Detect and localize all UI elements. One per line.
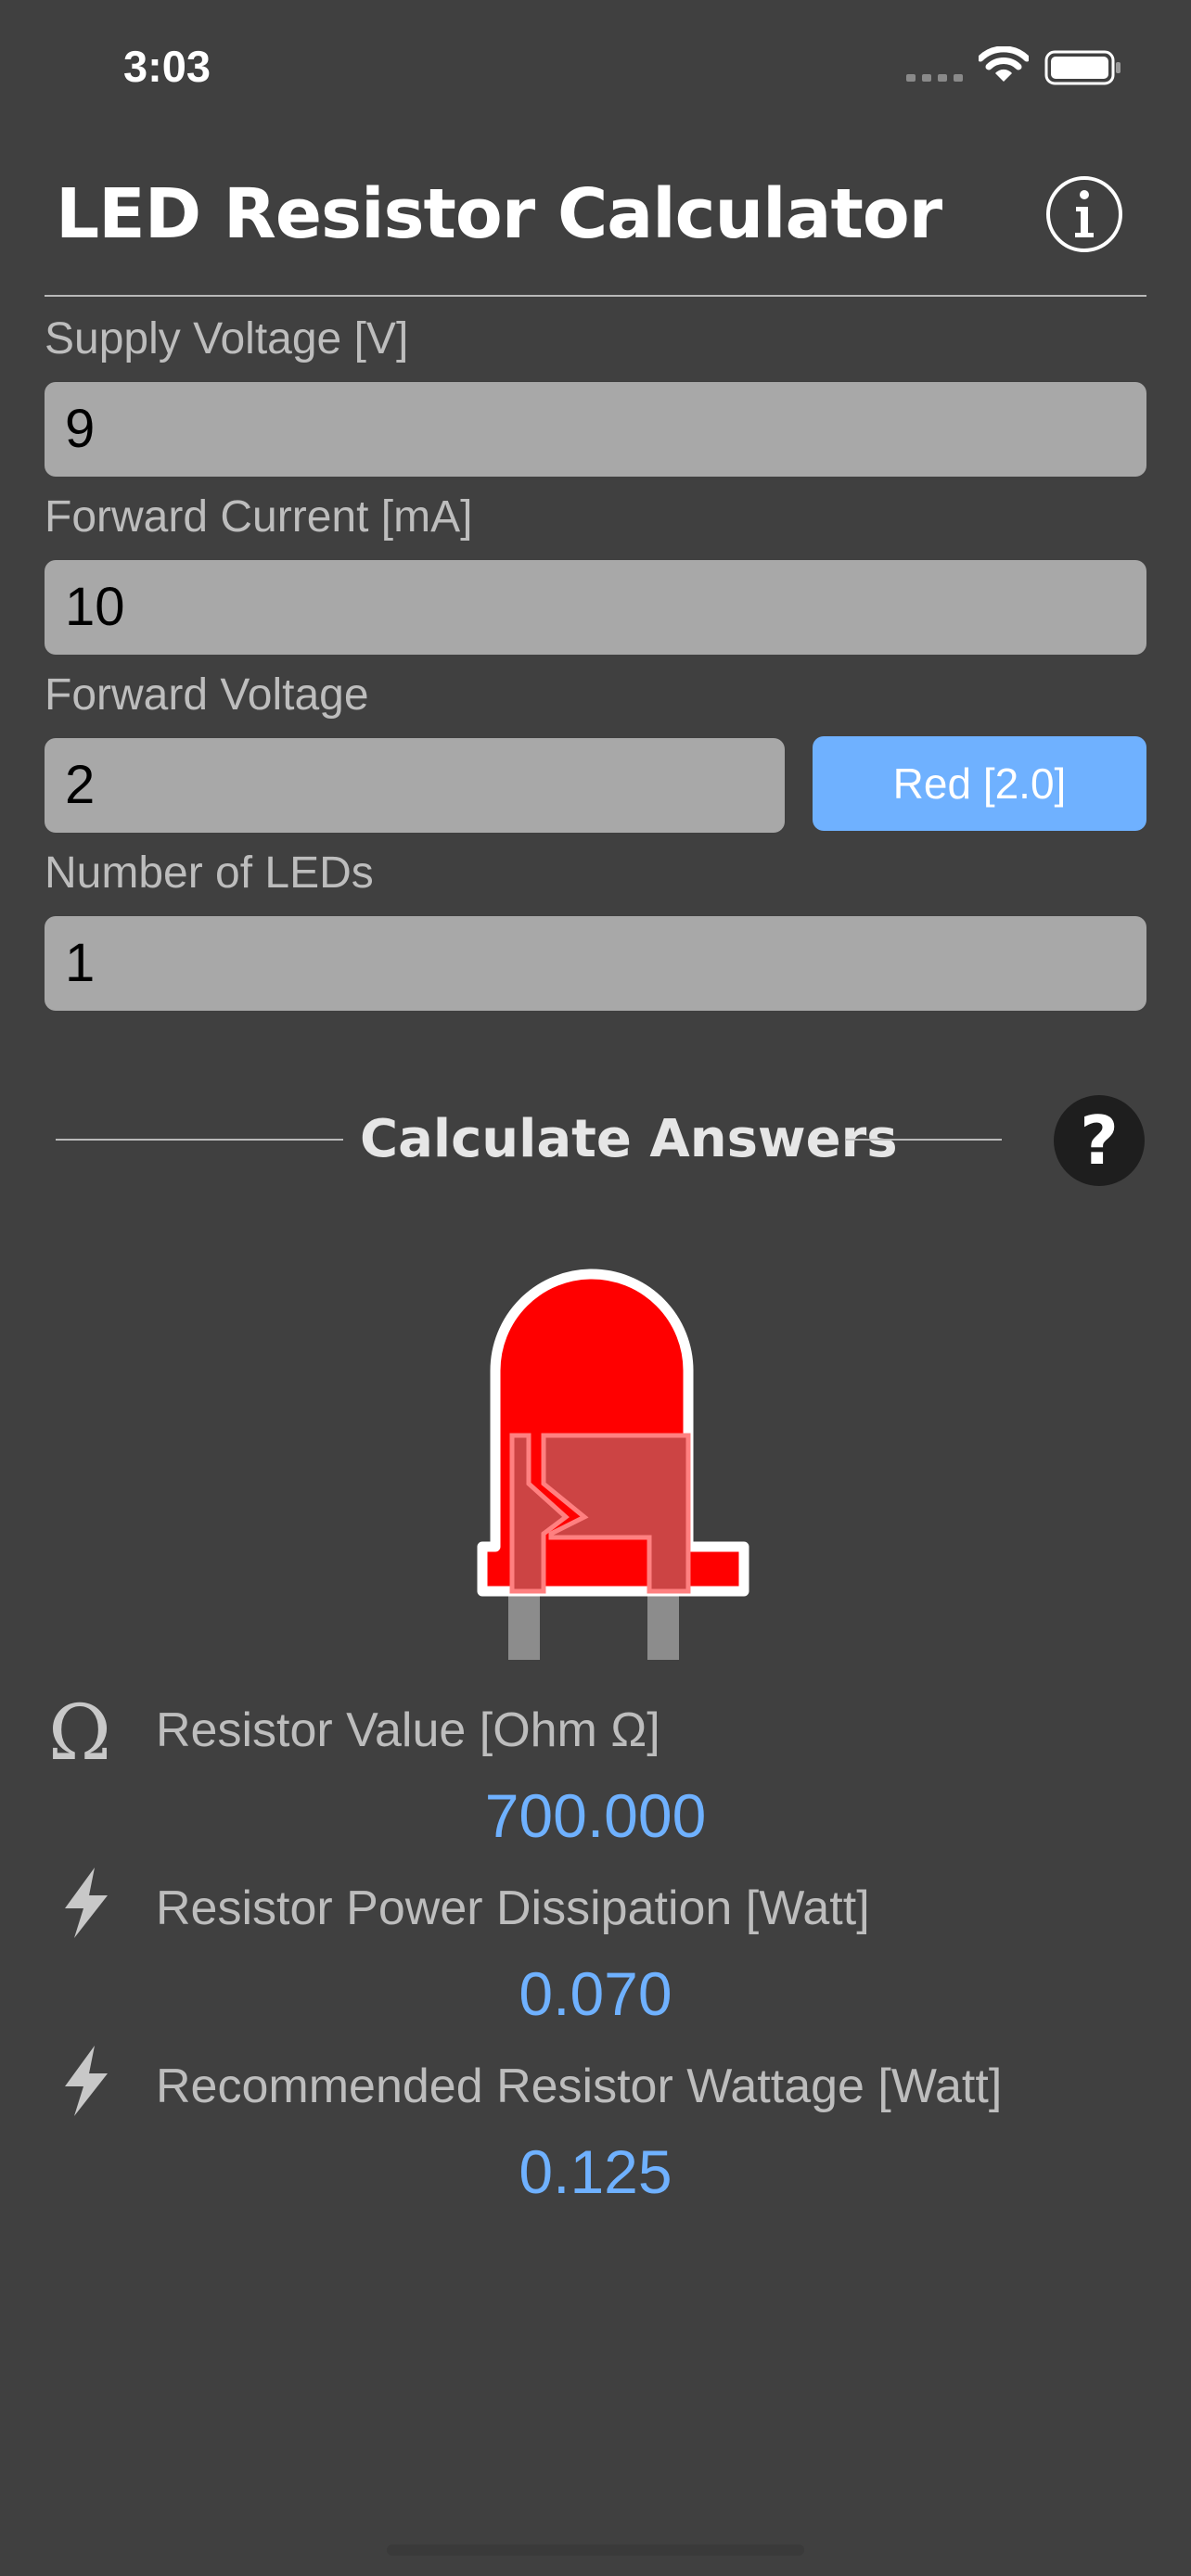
lightning-icon bbox=[65, 1868, 108, 1938]
supply-voltage-input[interactable]: 9 bbox=[45, 382, 1146, 477]
power-dissipation-value: 0.070 bbox=[519, 1959, 672, 2028]
num-leds-input[interactable]: 1 bbox=[45, 916, 1146, 1011]
header-divider bbox=[45, 295, 1146, 297]
info-icon[interactable] bbox=[1044, 174, 1124, 254]
resistor-value: 700.000 bbox=[484, 1781, 707, 1850]
cellular-signal-icon bbox=[906, 74, 964, 82]
forward-voltage-label: Forward Voltage bbox=[45, 670, 369, 720]
battery-icon bbox=[1044, 50, 1121, 85]
calculate-divider-left bbox=[56, 1139, 343, 1141]
recommended-wattage-label: Recommended Resistor Wattage [Watt] bbox=[156, 2060, 1003, 2113]
recommended-wattage-value: 0.125 bbox=[519, 2137, 672, 2206]
omega-icon: Ω bbox=[48, 1690, 111, 1778]
supply-voltage-label: Supply Voltage [V] bbox=[45, 314, 409, 363]
num-leds-label: Number of LEDs bbox=[45, 848, 374, 898]
calculate-answers-title[interactable]: Calculate Answers bbox=[360, 1109, 898, 1169]
status-time: 3:03 bbox=[123, 42, 211, 91]
home-indicator bbox=[387, 2544, 804, 2556]
power-dissipation-label: Resistor Power Dissipation [Watt] bbox=[156, 1881, 870, 1935]
app-title: LED Resistor Calculator bbox=[56, 174, 942, 254]
forward-current-label: Forward Current [mA] bbox=[45, 492, 473, 542]
resistor-value-label: Resistor Value [Ohm Ω] bbox=[156, 1703, 660, 1757]
led-color-preset-button[interactable]: Red [2.0] bbox=[813, 736, 1146, 831]
led-illustration bbox=[477, 1269, 749, 1660]
forward-voltage-input[interactable]: 2 bbox=[45, 738, 785, 833]
calculate-divider-right bbox=[846, 1139, 1002, 1141]
wifi-icon bbox=[979, 46, 1029, 82]
help-icon[interactable]: ? bbox=[1054, 1095, 1145, 1186]
forward-current-input[interactable]: 10 bbox=[45, 560, 1146, 655]
lightning-icon bbox=[65, 2046, 108, 2116]
